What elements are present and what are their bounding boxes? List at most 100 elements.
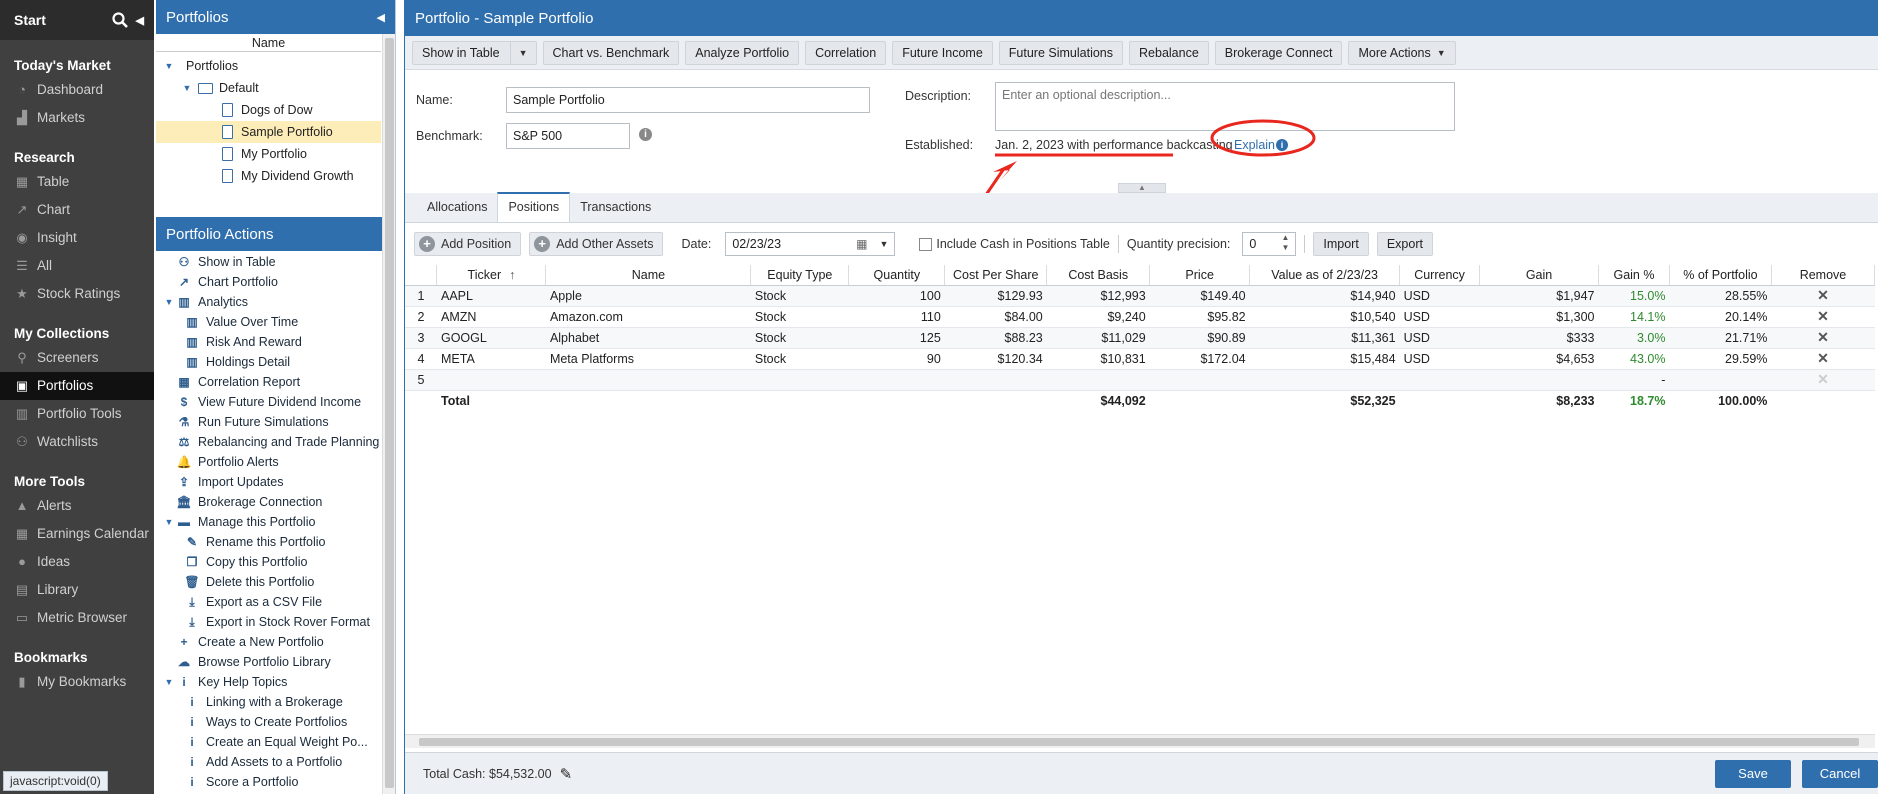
action-manage-this-portfolio[interactable]: ▼ ▬ Manage this Portfolio	[156, 512, 395, 532]
add-other-assets-button[interactable]: + Add Other Assets	[529, 232, 664, 256]
column-header[interactable]: Equity Type	[750, 265, 850, 286]
tree-item[interactable]: Dogs of Dow	[156, 99, 395, 121]
export-button[interactable]: Export	[1376, 232, 1433, 256]
table-row[interactable]: 4 META Meta Platforms Stock 90 $120.34 $10,831…	[405, 348, 1875, 370]
action-linking-with-a-brokerage[interactable]: i Linking with a Brokerage	[156, 692, 395, 712]
chevron-down-icon[interactable]: ▼	[879, 233, 888, 255]
nav-item-my-bookmarks[interactable]: ▮ My Bookmarks	[0, 668, 154, 696]
tree-root[interactable]: ▼ Portfolios	[156, 55, 395, 77]
tree-item[interactable]: My Dividend Growth	[156, 165, 395, 187]
toolbar-correlation-button[interactable]: Correlation	[805, 40, 887, 65]
action-import-updates[interactable]: ⇪ Import Updates	[156, 472, 395, 492]
action-view-future-dividend-income[interactable]: $ View Future Dividend Income	[156, 392, 395, 412]
nav-item-screeners[interactable]: ⚲ Screeners	[0, 344, 154, 372]
column-header[interactable]: Value as of 2/23/23	[1249, 265, 1401, 286]
tree-folder[interactable]: ▼ Default	[156, 77, 395, 99]
action-add-assets-to-a-portfolio[interactable]: i Add Assets to a Portfolio	[156, 752, 395, 772]
benchmark-info-icon[interactable]: i	[639, 128, 652, 141]
action-risk-and-reward[interactable]: ▥ Risk And Reward	[156, 332, 395, 352]
chevron-down-icon[interactable]: ▼	[509, 41, 536, 64]
name-column-header[interactable]: Name	[156, 34, 381, 52]
column-header[interactable]: Currency	[1399, 265, 1481, 286]
action-export-as-a-csv-file[interactable]: ⤓ Export as a CSV File	[156, 592, 395, 612]
action-show-in-table[interactable]: ⚇ Show in Table	[156, 252, 395, 272]
tab-positions[interactable]: Positions	[497, 192, 571, 222]
horizontal-scrollbar[interactable]	[405, 734, 1875, 748]
nav-item-portfolio-tools[interactable]: ▥ Portfolio Tools	[0, 400, 154, 428]
action-export-in-stock-rover-format[interactable]: ⤓ Export in Stock Rover Format	[156, 612, 395, 632]
column-header[interactable]: Gain %	[1598, 265, 1670, 286]
column-header[interactable]: Ticker ↑	[436, 265, 547, 286]
include-cash-label[interactable]: Include Cash in Positions Table	[936, 237, 1110, 251]
nav-item-metric-browser[interactable]: ▭ Metric Browser	[0, 604, 154, 632]
column-header[interactable]: % of Portfolio	[1669, 265, 1772, 286]
edit-cash-icon[interactable]: ✎	[560, 765, 573, 783]
action-copy-this-portfolio[interactable]: ❐ Copy this Portfolio	[156, 552, 395, 572]
column-header[interactable]: Price	[1149, 265, 1251, 286]
nav-item-alerts[interactable]: ▲ Alerts	[0, 492, 154, 520]
nav-item-dashboard[interactable]: ◔ Dashboard	[0, 76, 154, 104]
nav-item-insight[interactable]: ◉ Insight	[0, 224, 154, 252]
action-correlation-report[interactable]: ▦ Correlation Report	[156, 372, 395, 392]
action-value-over-time[interactable]: ▥ Value Over Time	[156, 312, 395, 332]
date-picker[interactable]: 02/23/23 ▦ ▼	[725, 232, 896, 256]
action-create-a-new-portfolio[interactable]: + Create a New Portfolio	[156, 632, 395, 652]
close-icon[interactable]: ✕	[1817, 308, 1829, 324]
action-ways-to-create-portfolios[interactable]: i Ways to Create Portfolios	[156, 712, 395, 732]
toolbar-more-actions-button[interactable]: More Actions ▼	[1348, 40, 1456, 65]
column-header[interactable]: Cost Per Share	[944, 265, 1048, 286]
splitter-handle[interactable]: ▲	[1118, 183, 1166, 193]
explain-link[interactable]: Explain	[1234, 138, 1275, 152]
action-key-help-topics[interactable]: ▼ i Key Help Topics	[156, 672, 395, 692]
action-run-future-simulations[interactable]: ⚗ Run Future Simulations	[156, 412, 395, 432]
nav-item-ideas[interactable]: ● Ideas	[0, 548, 154, 576]
column-header[interactable]: Name	[545, 265, 752, 286]
explain-info-icon[interactable]: i	[1276, 139, 1288, 151]
tab-allocations[interactable]: Allocations	[417, 192, 497, 222]
include-cash-checkbox[interactable]	[919, 237, 933, 251]
tree-item[interactable]: Sample Portfolio	[156, 121, 381, 143]
tree-item[interactable]: My Portfolio	[156, 143, 395, 165]
cancel-button[interactable]: Cancel	[1802, 760, 1878, 788]
column-header[interactable]: Remove	[1771, 265, 1876, 286]
action-create-an-equal-weight-po[interactable]: i Create an Equal Weight Po...	[156, 732, 395, 752]
expand-icon[interactable]: ▼	[162, 512, 176, 532]
action-portfolio-alerts[interactable]: 🔔 Portfolio Alerts	[156, 452, 395, 472]
toolbar-rebalance-button[interactable]: Rebalance	[1129, 40, 1209, 65]
action-brokerage-connection[interactable]: 🏛 Brokerage Connection	[156, 492, 395, 512]
action-chart-portfolio[interactable]: ↗ Chart Portfolio	[156, 272, 395, 292]
nav-item-all[interactable]: ☰ All	[0, 252, 154, 280]
search-icon[interactable]	[111, 12, 128, 28]
nav-item-watchlists[interactable]: ⚇ Watchlists	[0, 428, 154, 456]
toolbar-show-in-table-button[interactable]: Show in Table ▼	[412, 40, 537, 65]
calendar-icon[interactable]: ▦	[856, 233, 867, 255]
add-position-button[interactable]: + Add Position	[414, 232, 522, 256]
name-input[interactable]: Sample Portfolio	[506, 87, 870, 113]
action-holdings-detail[interactable]: ▥ Holdings Detail	[156, 352, 395, 372]
action-rename-this-portfolio[interactable]: ✎ Rename this Portfolio	[156, 532, 395, 552]
toolbar-brokerage-connect-button[interactable]: Brokerage Connect	[1214, 40, 1343, 65]
expand-icon[interactable]: ▼	[162, 292, 176, 312]
toolbar-chart-vs-benchmark-button[interactable]: Chart vs. Benchmark	[542, 40, 680, 65]
table-row[interactable]: 2 AMZN Amazon.com Stock 110 $84.00 $9,240 $95.8…	[405, 306, 1875, 328]
column-header[interactable]: Cost Basis	[1046, 265, 1151, 286]
expand-icon[interactable]: ▼	[180, 77, 194, 99]
nav-item-markets[interactable]: ▟ Markets	[0, 104, 154, 132]
expand-icon[interactable]: ▼	[162, 672, 176, 692]
toolbar-future-income-button[interactable]: Future Income	[892, 40, 993, 65]
nav-item-table[interactable]: ▦ Table	[0, 168, 154, 196]
action-delete-this-portfolio[interactable]: 🗑 Delete this Portfolio	[156, 572, 395, 592]
toolbar-analyze-portfolio-button[interactable]: Analyze Portfolio	[685, 40, 800, 65]
quantity-precision-stepper[interactable]: 0 ▲ ▼	[1242, 232, 1297, 256]
column-header[interactable]: Gain	[1479, 265, 1599, 286]
import-button[interactable]: Import	[1313, 232, 1369, 256]
save-button[interactable]: Save	[1715, 760, 1791, 788]
column-header[interactable]: Quantity	[848, 265, 946, 286]
close-icon[interactable]: ✕	[1817, 329, 1829, 345]
close-icon[interactable]: ✕	[1817, 287, 1829, 303]
toolbar-future-simulations-button[interactable]: Future Simulations	[998, 40, 1124, 65]
table-row[interactable]: 3 GOOGL Alphabet Stock 125 $88.23 $11,029 $90.8…	[405, 327, 1875, 349]
close-icon[interactable]: ✕	[1817, 350, 1829, 366]
table-row-empty[interactable]: 5 - ✕	[405, 369, 1875, 391]
collapse-icon[interactable]: ◀	[136, 14, 144, 27]
